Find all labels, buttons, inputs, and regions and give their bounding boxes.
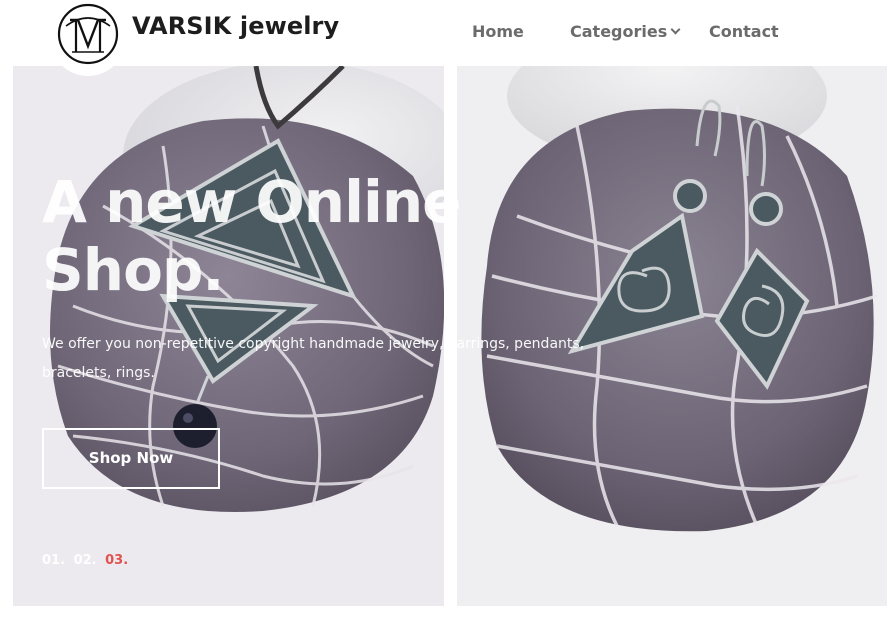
shop-now-button[interactable]: Shop Now (42, 428, 220, 489)
brand-name[interactable]: VARSIK jewelry (132, 12, 339, 40)
nav-categories-label: Categories (570, 22, 668, 41)
logo[interactable] (50, 0, 126, 76)
hero-title-line2: Shop. (42, 236, 224, 304)
slide-pager-item-3[interactable]: 03. (105, 553, 128, 568)
vm-monogram-icon (57, 3, 119, 65)
hero-subtitle: We offer you non-repetitive copyright ha… (42, 330, 602, 388)
site-header: VARSIK jewelry Home Categories Contact (0, 0, 896, 76)
slide-pager-item-2[interactable]: 02. (74, 553, 97, 568)
slide-pager-item-1[interactable]: 01. (42, 553, 65, 568)
slide-pager: 01. 02. 03. (42, 553, 132, 568)
hero-title: A new Online Shop. (42, 168, 462, 304)
hero-title-line1: A new Online (42, 168, 461, 236)
chevron-down-icon (670, 24, 681, 35)
hero-subtitle-line2: bracelets, rings. (42, 365, 155, 381)
nav-contact[interactable]: Contact (709, 22, 779, 41)
nav-categories[interactable]: Categories (570, 22, 681, 41)
nav-home[interactable]: Home (472, 22, 524, 41)
hero-subtitle-line1: We offer you non-repetitive copyright ha… (42, 336, 585, 352)
